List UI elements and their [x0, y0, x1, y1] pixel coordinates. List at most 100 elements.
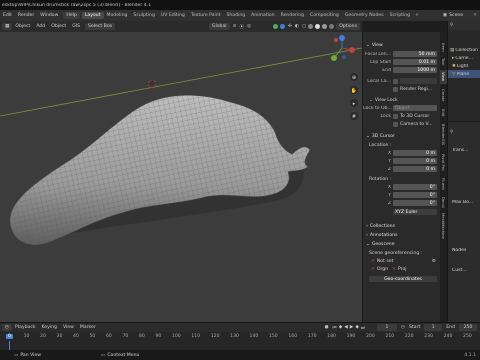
tab-item[interactable]: Item	[440, 40, 447, 54]
render-region-checkbox[interactable]	[393, 86, 398, 92]
view-lock-header[interactable]: ⌄ View Lock	[363, 96, 440, 104]
tab-fluent[interactable]: Fluent	[440, 175, 447, 193]
workspace-tab-geometry-nodes[interactable]: Geometry Nodes	[342, 12, 387, 19]
focal-length-field[interactable]: 50 mm	[393, 51, 437, 57]
viewport-canvas[interactable]: ⊕ ✋ ▸ #	[0, 32, 362, 322]
workspace-tab-texture-paint[interactable]: Texture Paint	[188, 12, 224, 19]
camera-to-view-checkbox[interactable]	[393, 121, 398, 127]
timeline-menu-playback[interactable]: Playback	[12, 325, 39, 330]
local-camera-checkbox[interactable]	[393, 78, 398, 84]
custom-props-section[interactable]: Cust...	[452, 268, 467, 273]
geoscene-panel-header[interactable]: ⌄ Geoscene	[363, 240, 440, 249]
playhead-line[interactable]	[9, 341, 10, 350]
cursor-rot-z-field[interactable]: 0°	[393, 200, 437, 206]
annotations-panel-header[interactable]: › Annotations	[363, 231, 440, 240]
menu-window[interactable]: Window	[37, 13, 61, 18]
tab-edit[interactable]: Edit	[440, 106, 447, 120]
menu-add[interactable]: Add	[33, 24, 48, 29]
select-box-dropdown[interactable]: Select Box	[85, 23, 116, 30]
workspace-tab-layout[interactable]: Layout	[81, 12, 104, 19]
jump-end-icon[interactable]: ⏭	[361, 325, 365, 331]
play-reverse-icon[interactable]: ◀	[344, 325, 348, 330]
workspace-tab-modeling[interactable]: Modeling	[104, 12, 131, 19]
clip-start-field[interactable]: 0.01 m	[393, 59, 437, 65]
cursor-y-field[interactable]: 0 m	[393, 158, 437, 164]
collections-panel-header[interactable]: › Collections	[363, 222, 440, 231]
tab-tool[interactable]: Tool	[440, 55, 447, 69]
prev-key-icon[interactable]: ◆	[339, 325, 343, 330]
shading-material-icon[interactable]	[322, 24, 328, 29]
menu-edit[interactable]: Edit	[0, 13, 15, 18]
editor-type-icon[interactable]: ▦	[2, 23, 13, 30]
snap-icon[interactable]: ⦿	[239, 24, 244, 30]
workspace-tab-uv-editing[interactable]: UV Editing	[158, 12, 188, 19]
georef-settings-icon[interactable]: ⚙	[432, 259, 436, 264]
timeline-menu-view[interactable]: View	[60, 325, 77, 330]
menu-help[interactable]: Help	[63, 12, 80, 19]
workspace-add-icon[interactable]: +	[415, 13, 419, 18]
tab-meshmachine[interactable]: MeshMachine	[440, 211, 447, 241]
geo-coordinates-button[interactable]: Geo-coordinates	[369, 276, 437, 282]
nodes-section[interactable]: Nodes	[452, 248, 466, 253]
timeline-editor-icon[interactable]: ◷	[2, 324, 13, 331]
xray-icon[interactable]: ▢	[302, 24, 306, 29]
shading-wire-icon[interactable]	[308, 24, 314, 29]
lock-3d-cursor-checkbox[interactable]	[393, 113, 398, 119]
timeline-menu-keying[interactable]: Keying	[39, 325, 60, 330]
tab-create[interactable]: Create	[440, 85, 447, 105]
shading-render-icon[interactable]	[329, 24, 335, 29]
workspace-tab-rendering[interactable]: Rendering	[278, 12, 307, 19]
cursor-z-field[interactable]: 0 m	[393, 166, 437, 172]
workspace-tab-animation[interactable]: Animation	[248, 12, 277, 19]
menu-gis[interactable]: GIS	[69, 24, 83, 29]
rotation-mode-dropdown[interactable]: XYZ Euler	[393, 209, 437, 215]
transform-orientation-dropdown[interactable]: Global	[208, 23, 230, 30]
overlay-icon[interactable]: ◐	[295, 24, 299, 29]
tab-decal[interactable]: Decal	[440, 194, 447, 210]
cursor-rot-x-field[interactable]: 0°	[393, 184, 437, 190]
props-search-icon[interactable]: ⚲	[450, 130, 453, 135]
end-frame-field[interactable]: 250	[459, 324, 477, 331]
next-key-icon[interactable]: ◆	[355, 325, 359, 330]
3d-cursor-panel-header[interactable]: ⌄ 3D Cursor	[363, 132, 440, 141]
workspace-tab-scripting[interactable]: Scripting	[387, 12, 413, 19]
3d-viewport[interactable]: ⊕ ✋ ▸ #	[0, 32, 362, 322]
workspace-tab-compositing[interactable]: Compositing	[307, 12, 342, 19]
gizmo-icon[interactable]: ✣	[288, 24, 292, 29]
tab-blendergis[interactable]: BlenderGIS	[440, 121, 447, 149]
visibility-blue-icon[interactable]	[280, 24, 286, 29]
transform-section[interactable]: Trans...	[452, 148, 469, 153]
outliner-item-camera[interactable]: Came...	[455, 56, 473, 61]
menu-object-mode[interactable]: Object	[12, 24, 33, 29]
menu-object[interactable]: Object	[48, 24, 69, 29]
shading-solid-icon[interactable]	[315, 24, 321, 29]
workspace-tab-sculpting[interactable]: Sculpting	[130, 12, 157, 19]
outliner-collection[interactable]: Collection	[455, 48, 478, 53]
proportional-icon[interactable]: ◎	[247, 24, 251, 29]
cursor-rot-y-field[interactable]: 0°	[393, 192, 437, 198]
menu-render[interactable]: Render	[15, 13, 37, 18]
tab-pivot-pro[interactable]: Pivot Pro	[440, 150, 447, 174]
options-dropdown[interactable]: Options	[336, 23, 360, 30]
start-frame-field[interactable]: 1	[424, 324, 443, 331]
tab-view[interactable]: View	[440, 70, 447, 84]
outliner-item-plane[interactable]: Plane	[457, 72, 470, 77]
cursor-x-field[interactable]: 0 m	[393, 150, 437, 156]
scene-name[interactable]: Scene	[449, 13, 463, 18]
pivot-icon[interactable]: ⊙	[233, 24, 237, 29]
view-panel-header[interactable]: ⌄ View	[363, 41, 440, 50]
clip-end-field[interactable]: 1000 m	[393, 67, 437, 73]
outliner-filter-icon[interactable]: ⚲	[450, 23, 453, 28]
visibility-green-icon[interactable]	[273, 24, 279, 29]
lock-object-field[interactable]: Object	[393, 105, 437, 111]
properties-editor: ⚲ Trans... Max Bo... Nodes Cust...	[447, 122, 480, 322]
workspace-tab-shading[interactable]: Shading	[223, 12, 248, 19]
timeline-menu-marker[interactable]: Marker	[77, 325, 99, 330]
play-icon[interactable]: ▶	[350, 325, 354, 330]
record-icon[interactable]: ●	[325, 325, 329, 330]
current-frame-field[interactable]: 1	[377, 324, 398, 331]
close-scene-icon[interactable]: ✕	[473, 13, 477, 18]
outliner-item-light[interactable]: Light	[457, 64, 468, 69]
jump-start-icon[interactable]: ⏮	[333, 325, 337, 331]
local-camera-field[interactable]	[400, 78, 437, 84]
